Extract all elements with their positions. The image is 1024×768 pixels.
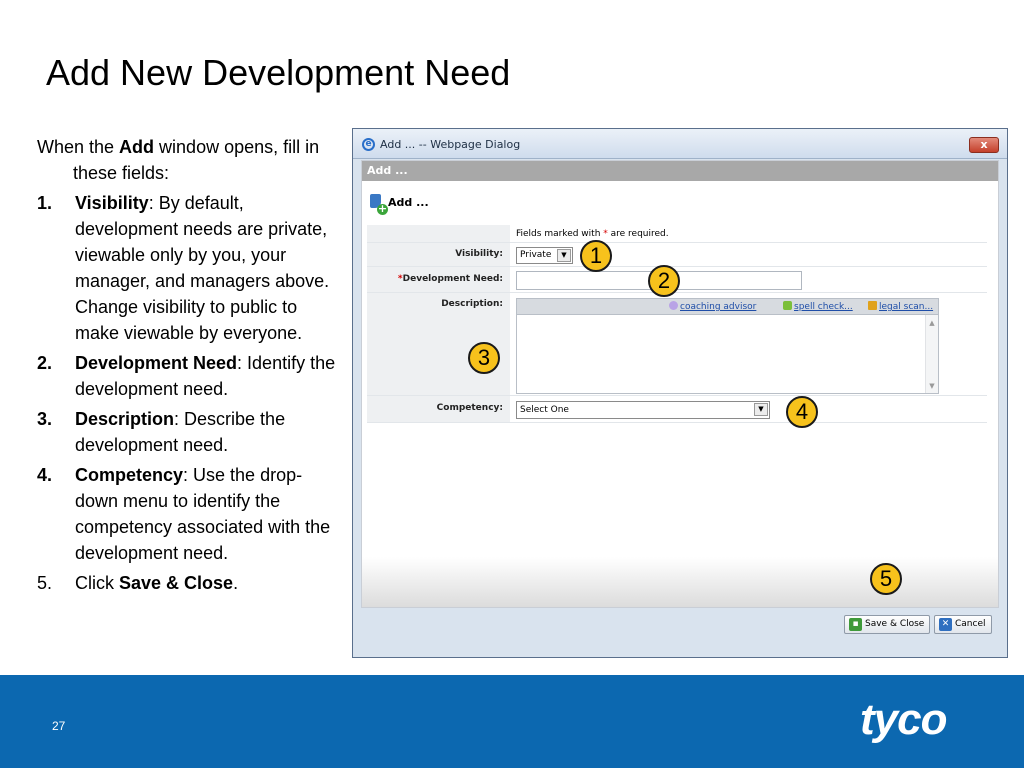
development-need-form: Fields marked with * are required. Visib… xyxy=(367,225,987,423)
visibility-select[interactable]: Private ▼ xyxy=(516,247,573,264)
add-heading-text: Add ... xyxy=(388,196,429,209)
chat-bubble-icon xyxy=(669,301,678,310)
dialog-content: Add ... + Add ... Fields marked with * a… xyxy=(361,160,999,608)
scroll-up-icon[interactable]: ▲ xyxy=(926,319,938,327)
step-competency: 4. Competency: Use the drop-down menu to… xyxy=(37,462,342,566)
add-document-icon: + xyxy=(368,193,388,215)
save-close-label: Save & Close xyxy=(865,619,925,629)
legal-scan-link[interactable]: legal scan... xyxy=(868,301,933,312)
callout-3: 3 xyxy=(468,342,500,374)
intro-text: When the Add window opens, fill in these… xyxy=(37,134,342,186)
content-footer-shade xyxy=(362,557,998,607)
required-note-suffix: are required. xyxy=(607,229,669,239)
visibility-value: Private xyxy=(520,250,552,260)
cancel-x-icon: ✕ xyxy=(939,618,952,631)
footer-band: 27 tyco xyxy=(0,675,1024,768)
step-text: : By default, development needs are priv… xyxy=(75,193,330,343)
step-suffix: . xyxy=(233,573,239,593)
required-note-prefix: Fields marked with xyxy=(516,229,604,239)
callout-1: 1 xyxy=(580,240,612,272)
competency-label: Competency: xyxy=(367,396,510,422)
development-need-label: *Development Need: xyxy=(367,267,510,292)
intro-bold: Add xyxy=(119,137,155,157)
save-close-button[interactable]: ▪ Save & Close xyxy=(844,615,931,634)
instructions-list: When the Add window opens, fill in these… xyxy=(37,134,342,600)
step-number: 3. xyxy=(37,409,53,429)
editor-toolbar: coaching advisor spell check... legal sc… xyxy=(517,299,938,315)
description-row: Description: coaching advisor spell chec… xyxy=(367,293,987,396)
development-need-label-text: Development Need: xyxy=(402,274,503,284)
coaching-advisor-link[interactable]: coaching advisor xyxy=(669,301,756,312)
required-note: Fields marked with * are required. xyxy=(513,225,987,239)
step-prefix: Click xyxy=(75,573,119,593)
gavel-icon xyxy=(868,301,877,310)
description-editor[interactable]: coaching advisor spell check... legal sc… xyxy=(516,298,939,394)
step-visibility: 1. Visibility: By default, development n… xyxy=(37,190,342,346)
tyco-logo: tyco xyxy=(860,695,947,744)
step-number: 5. xyxy=(37,573,53,593)
step-description: 3. Description: Describe the development… xyxy=(37,406,342,458)
callout-4: 4 xyxy=(786,396,818,428)
step-number: 4. xyxy=(37,465,53,485)
scroll-down-icon[interactable]: ▼ xyxy=(926,382,938,390)
dialog-titlebar[interactable]: e Add ... -- Webpage Dialog x xyxy=(353,129,1007,159)
step-term: Save & Close xyxy=(119,573,234,593)
competency-select[interactable]: Select One ▼ xyxy=(516,401,770,419)
chevron-down-icon[interactable]: ▼ xyxy=(754,403,768,416)
blank-label-cell xyxy=(367,225,510,242)
floppy-disk-icon: ▪ xyxy=(849,618,862,631)
step-number: 2. xyxy=(37,353,53,373)
step-save: 5. Click Save & Close. xyxy=(37,570,342,596)
visibility-label: Visibility: xyxy=(367,243,510,266)
browser-icon: e xyxy=(362,138,375,151)
step-term: Competency xyxy=(75,465,184,485)
step-term: Development Need xyxy=(75,353,238,373)
required-note-row: Fields marked with * are required. xyxy=(367,225,987,243)
add-dialog-window: e Add ... -- Webpage Dialog x Add ... + … xyxy=(352,128,1008,658)
dialog-header-bar: Add ... xyxy=(362,161,998,181)
cancel-label: Cancel xyxy=(955,619,986,629)
visibility-row: Visibility: Private ▼ xyxy=(367,243,987,267)
intro-prefix: When the xyxy=(37,137,120,157)
step-number: 1. xyxy=(37,193,53,213)
dialog-title: Add ... -- Webpage Dialog xyxy=(380,138,521,151)
callout-5: 5 xyxy=(870,563,902,595)
spell-check-icon xyxy=(783,301,792,310)
callout-2: 2 xyxy=(648,265,680,297)
spell-check-link[interactable]: spell check... xyxy=(783,301,853,312)
step-term: Description xyxy=(75,409,175,429)
cancel-button[interactable]: ✕ Cancel xyxy=(934,615,992,634)
competency-value: Select One xyxy=(520,405,569,415)
chevron-down-icon[interactable]: ▼ xyxy=(557,249,571,262)
slide-title: Add New Development Need xyxy=(46,52,511,93)
page-number: 27 xyxy=(52,719,66,733)
editor-scrollbar[interactable]: ▲ ▼ xyxy=(925,315,938,393)
competency-row: Competency: Select One ▼ xyxy=(367,396,987,423)
step-development-need: 2. Development Need: Identify the develo… xyxy=(37,350,342,402)
step-term: Visibility xyxy=(75,193,149,213)
close-button[interactable]: x xyxy=(969,137,999,153)
